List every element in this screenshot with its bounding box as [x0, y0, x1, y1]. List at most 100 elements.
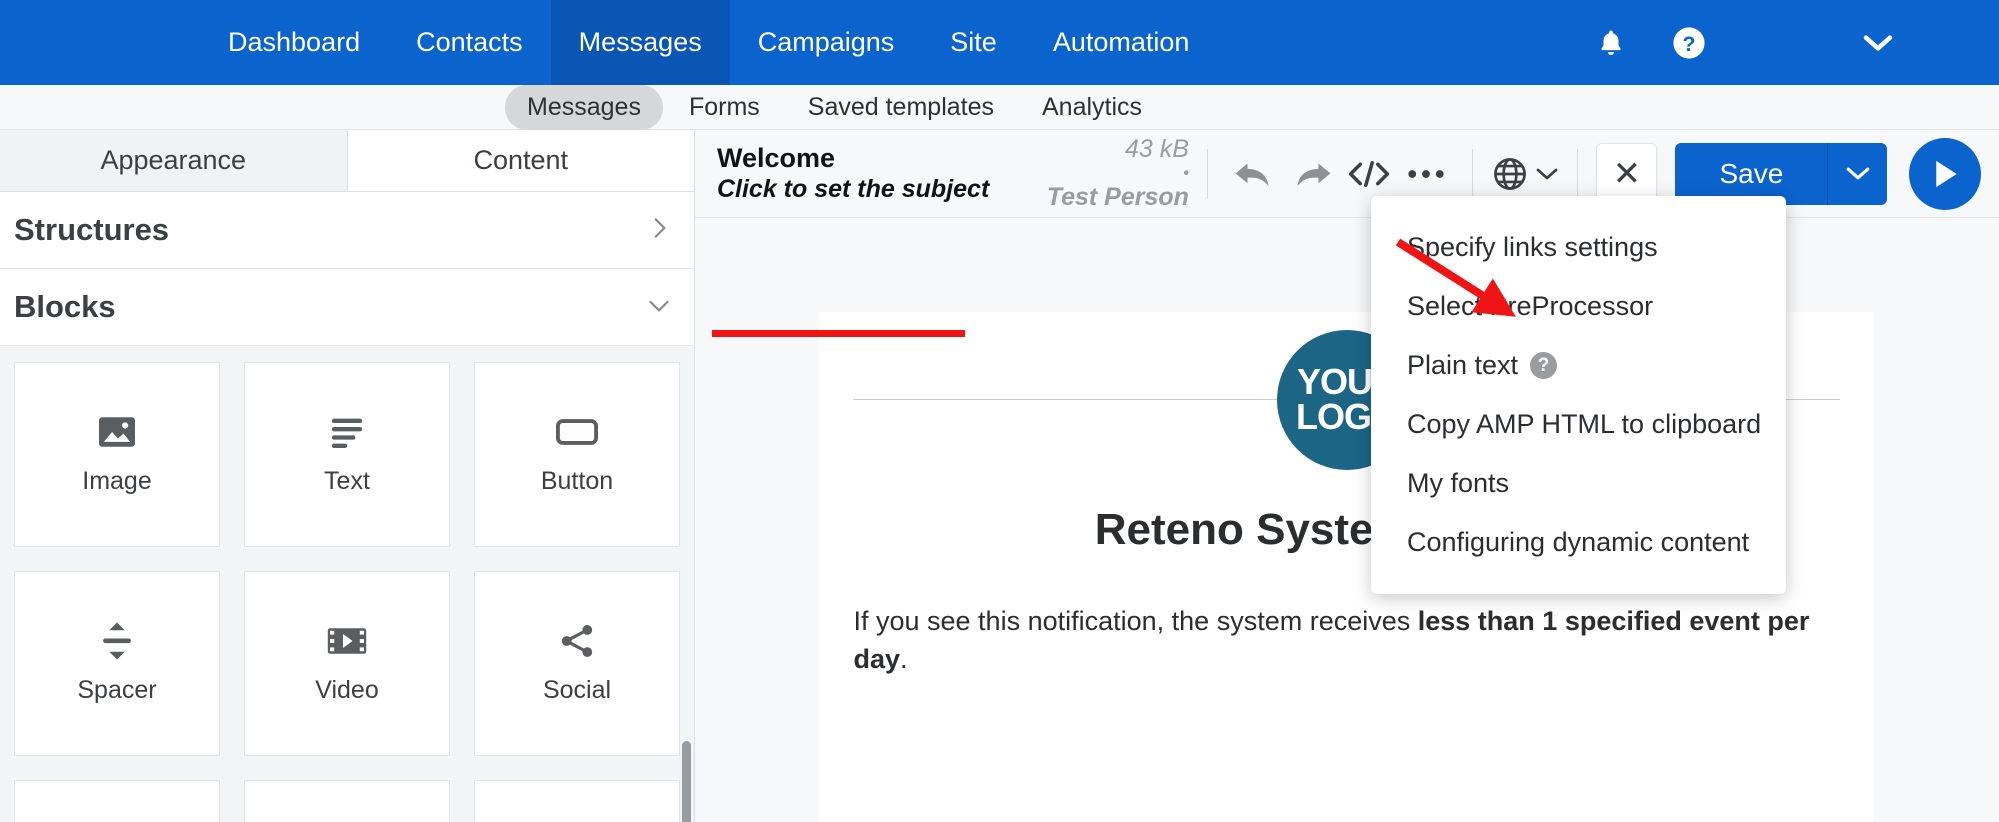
top-nav-actions: ?	[1596, 0, 1894, 85]
palette-scrollbar-thumb[interactable]	[681, 741, 691, 822]
code-view-button[interactable]	[1340, 145, 1397, 203]
svg-text:?: ?	[1683, 31, 1696, 55]
save-options-button[interactable]	[1828, 142, 1888, 205]
blocks-palette: Image Text Button Spacer Video Social	[0, 346, 694, 822]
block-label: Button	[540, 467, 614, 495]
nav-item-dashboard[interactable]: Dashboard	[200, 0, 388, 85]
share-icon	[558, 620, 596, 662]
block-social[interactable]: Social	[473, 571, 680, 756]
body-text-before: If you see this notification, the system…	[853, 606, 1418, 636]
subnav-label: Saved templates	[807, 92, 994, 121]
bell-icon	[1601, 30, 1621, 55]
message-size: 43 kB	[1124, 135, 1189, 163]
menu-item-label: Configuring dynamic content	[1406, 527, 1750, 557]
block-button[interactable]: Button	[473, 362, 680, 547]
block-image[interactable]: Image	[14, 362, 220, 547]
editor-toolbar: Welcome Click to set the subject 43 kB •…	[694, 130, 1999, 218]
block-extra-1[interactable]	[14, 780, 220, 822]
nav-item-campaigns[interactable]: Campaigns	[730, 0, 923, 85]
separator-dot: •	[1183, 164, 1189, 182]
redo-button[interactable]	[1283, 145, 1340, 203]
tab-appearance[interactable]: Appearance	[0, 130, 348, 192]
panel-tabs: Appearance Content	[0, 130, 694, 192]
chevron-down-icon	[646, 292, 672, 323]
editor-side-panel: Appearance Content Structures Blocks Ima…	[0, 130, 695, 822]
nav-item-site[interactable]: Site	[922, 0, 1025, 85]
more-horizontal-icon	[1408, 169, 1444, 178]
blocks-grid: Image Text Button Spacer Video Social	[14, 362, 680, 822]
section-blocks[interactable]: Blocks	[0, 269, 694, 346]
button-icon	[555, 411, 598, 453]
message-recipient-row: • Test Person	[1039, 165, 1189, 213]
nav-item-contacts[interactable]: Contacts	[388, 0, 551, 85]
message-meta[interactable]: Welcome Click to set the subject	[717, 143, 1017, 204]
annotation-arrow-icon	[1395, 238, 1516, 317]
top-navigation-bar: Dashboard Contacts Messages Campaigns Si…	[0, 0, 1999, 85]
nav-label: Campaigns	[757, 27, 895, 57]
message-recipient: Test Person	[1046, 182, 1189, 211]
nav-label: Dashboard	[228, 27, 361, 57]
section-title: Structures	[14, 212, 170, 247]
subnav-label: Messages	[527, 92, 641, 121]
menu-item-configuring-dynamic-content[interactable]: Configuring dynamic content	[1371, 513, 1786, 572]
message-subject-placeholder[interactable]: Click to set the subject	[717, 175, 1017, 205]
email-canvas: YOUR LOGO Reteno System Warning If you s…	[694, 218, 1999, 822]
preview-play-button[interactable]	[1909, 137, 1982, 210]
menu-item-plain-text[interactable]: Plain text ?	[1371, 336, 1786, 395]
nav-label: Automation	[1052, 27, 1190, 57]
toolbar-divider-3	[1577, 148, 1579, 199]
block-label: Social	[542, 676, 612, 704]
subnav-item-saved-templates[interactable]: Saved templates	[786, 85, 1016, 130]
menu-item-copy-amp-html[interactable]: Copy AMP HTML to clipboard	[1371, 395, 1786, 454]
subnav-item-messages[interactable]: Messages	[505, 84, 663, 130]
divider-left	[853, 399, 1277, 400]
tab-content[interactable]: Content	[347, 130, 694, 192]
block-extra-2[interactable]	[243, 780, 450, 822]
code-brackets-icon	[1348, 160, 1389, 187]
block-label: Spacer	[77, 676, 157, 704]
nav-label: Contacts	[416, 27, 523, 57]
play-triangle-icon	[1936, 160, 1957, 187]
account-menu-button[interactable]	[1862, 33, 1894, 53]
close-x-icon: ✕	[1612, 154, 1642, 193]
menu-item-label: My fonts	[1406, 468, 1510, 498]
message-title: Welcome	[716, 142, 836, 173]
email-body-paragraph[interactable]: If you see this notification, the system…	[853, 603, 1840, 679]
subnav-item-forms[interactable]: Forms	[667, 85, 782, 130]
notifications-button[interactable]	[1596, 27, 1626, 59]
toolbar-divider-2	[1472, 148, 1474, 199]
block-spacer[interactable]: Spacer	[14, 571, 220, 756]
globe-icon	[1494, 157, 1527, 190]
nav-label: Site	[950, 27, 997, 57]
chevron-down-icon	[1846, 167, 1870, 180]
save-label: Save	[1719, 157, 1784, 189]
menu-item-label: Copy AMP HTML to clipboard	[1406, 409, 1762, 439]
nav-label: Messages	[578, 27, 702, 57]
nav-item-automation[interactable]: Automation	[1025, 0, 1218, 85]
language-selector[interactable]	[1491, 155, 1559, 193]
top-nav-items: Dashboard Contacts Messages Campaigns Si…	[200, 0, 1217, 85]
text-lines-icon	[327, 411, 367, 453]
block-text[interactable]: Text	[243, 362, 450, 547]
help-badge-icon[interactable]: ?	[1530, 352, 1558, 379]
video-film-icon	[326, 620, 368, 662]
chevron-down-icon	[1536, 168, 1558, 179]
nav-item-messages[interactable]: Messages	[550, 0, 730, 85]
help-circle-icon: ?	[1673, 26, 1705, 59]
block-video[interactable]: Video	[243, 571, 450, 756]
tab-label: Appearance	[100, 145, 247, 175]
chevron-down-icon	[1863, 34, 1893, 51]
menu-item-my-fonts[interactable]: My fonts	[1371, 454, 1786, 513]
undo-button[interactable]	[1226, 145, 1283, 203]
subnav-item-analytics[interactable]: Analytics	[1020, 85, 1164, 130]
help-button[interactable]: ?	[1672, 26, 1706, 60]
toolbar-divider	[1206, 148, 1208, 199]
undo-arrow-icon	[1236, 163, 1270, 186]
block-extra-3[interactable]	[473, 780, 680, 822]
section-title: Blocks	[14, 289, 116, 324]
message-meta-secondary: 43 kB • Test Person	[1039, 135, 1189, 212]
palette-scrollbar[interactable]	[681, 486, 694, 822]
sub-navigation-bar: Messages Forms Saved templates Analytics	[0, 84, 1999, 130]
section-structures[interactable]: Structures	[0, 192, 694, 269]
more-options-button[interactable]	[1397, 145, 1454, 203]
